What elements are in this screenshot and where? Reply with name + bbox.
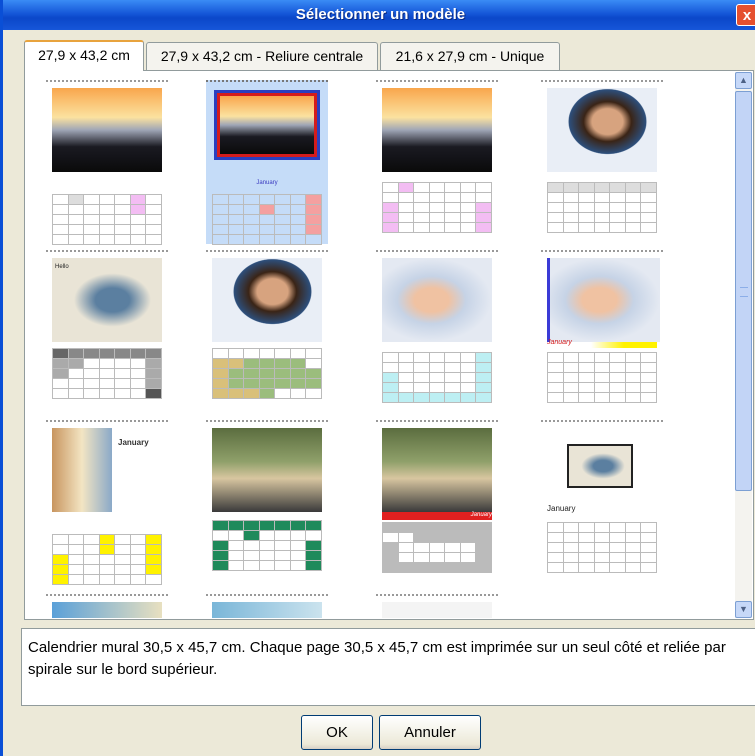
family-photo-icon bbox=[382, 428, 492, 512]
template-thumbnail[interactable]: January bbox=[376, 420, 498, 584]
calendar-grid bbox=[212, 520, 322, 571]
calendar-grid bbox=[212, 348, 322, 399]
calendar-grid bbox=[547, 352, 657, 403]
portrait-photo-icon bbox=[547, 88, 657, 172]
template-thumbnail[interactable] bbox=[206, 594, 328, 618]
cowboy-photo-icon bbox=[567, 444, 633, 488]
tab-27x43[interactable]: 27,9 x 43,2 cm bbox=[24, 40, 144, 71]
calendar-grid bbox=[52, 534, 162, 585]
photo-icon bbox=[212, 602, 322, 618]
month-label: January bbox=[118, 438, 149, 447]
template-thumbnail[interactable]: January bbox=[541, 250, 663, 414]
calendar-grid bbox=[52, 348, 162, 399]
baby-photo-icon bbox=[547, 258, 660, 342]
sunset-photo-icon bbox=[382, 88, 492, 172]
template-thumbnail[interactable] bbox=[46, 80, 168, 245]
month-label: January bbox=[256, 180, 278, 186]
scroll-up-icon[interactable]: ▲ bbox=[735, 72, 752, 89]
grip-icon bbox=[740, 287, 748, 297]
worker-photo-icon bbox=[52, 258, 162, 342]
calendar-grid bbox=[382, 352, 492, 403]
calendar-grid bbox=[382, 522, 492, 573]
dialog-title: Sélectionner un modèle bbox=[295, 6, 466, 23]
greeting-label: Hello bbox=[55, 264, 69, 270]
kids-photo-icon bbox=[52, 428, 112, 512]
calendar-grid bbox=[547, 182, 657, 233]
close-icon[interactable]: x bbox=[736, 4, 755, 26]
calendar-grid bbox=[52, 194, 162, 245]
month-label: January bbox=[547, 339, 572, 346]
template-dialog: Sélectionner un modèle x 27,9 x 43,2 cm … bbox=[0, 0, 755, 756]
template-thumbnail[interactable] bbox=[376, 250, 498, 414]
cancel-button[interactable]: Annuler bbox=[379, 715, 481, 750]
template-thumbnail[interactable] bbox=[376, 80, 498, 244]
month-banner: January bbox=[382, 512, 492, 520]
sunset-photo-icon bbox=[52, 88, 162, 172]
title-bar[interactable]: Sélectionner un modèle x bbox=[3, 0, 755, 30]
tab-27x43-centre[interactable]: 27,9 x 43,2 cm - Reliure centrale bbox=[146, 42, 378, 70]
template-thumbnail[interactable] bbox=[206, 420, 328, 584]
photo-icon bbox=[382, 602, 492, 618]
template-grid: January Hello January January January Ja… bbox=[26, 72, 736, 618]
template-panel: January Hello January January January Ja… bbox=[24, 70, 754, 620]
template-description: Calendrier mural 30,5 x 45,7 cm. Chaque … bbox=[21, 628, 755, 706]
template-thumbnail[interactable] bbox=[376, 594, 498, 618]
template-thumbnail[interactable]: January bbox=[541, 420, 663, 584]
template-thumbnail[interactable] bbox=[541, 80, 663, 244]
template-thumbnail[interactable]: January bbox=[46, 420, 168, 585]
baby-photo-icon bbox=[382, 258, 492, 342]
template-thumbnail[interactable] bbox=[46, 594, 168, 618]
vertical-scrollbar[interactable]: ▲ ▼ bbox=[735, 72, 752, 618]
template-thumbnail[interactable] bbox=[206, 250, 328, 414]
calendar-grid bbox=[547, 522, 657, 573]
calendar-grid bbox=[382, 182, 492, 233]
scroll-thumb[interactable] bbox=[735, 91, 752, 491]
scroll-down-icon[interactable]: ▼ bbox=[735, 601, 752, 618]
photo-icon bbox=[52, 602, 162, 618]
sunset-photo-icon bbox=[217, 93, 317, 157]
template-thumbnail-selected[interactable]: January bbox=[206, 80, 328, 245]
calendar-grid bbox=[212, 194, 322, 245]
template-thumbnail[interactable]: Hello bbox=[46, 250, 168, 414]
month-label: January bbox=[547, 504, 576, 513]
family-photo-icon bbox=[212, 428, 322, 512]
portrait-photo-icon bbox=[212, 258, 322, 342]
tab-21x27-single[interactable]: 21,6 x 27,9 cm - Unique bbox=[380, 42, 560, 70]
ok-button[interactable]: OK bbox=[301, 715, 373, 750]
